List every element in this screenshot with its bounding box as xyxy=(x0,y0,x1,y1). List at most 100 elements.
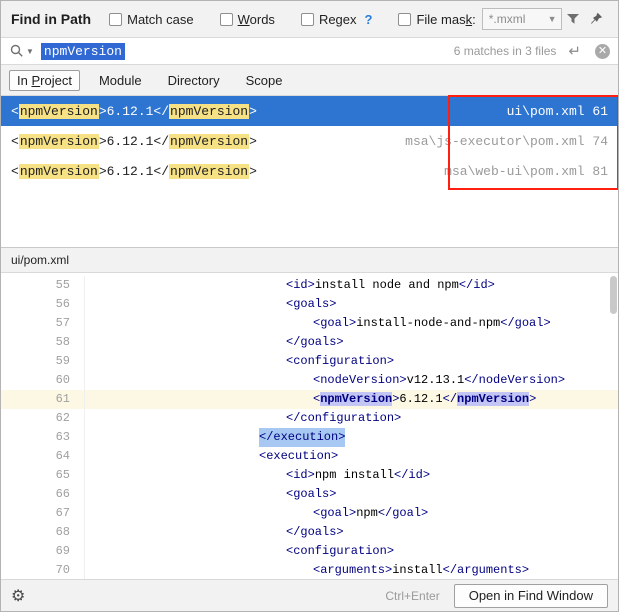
code-fragment: <npmVersion>6.12.1</npmVersion> xyxy=(313,390,536,409)
result-row[interactable]: <npmVersion>6.12.1</npmVersion>msa\js-ex… xyxy=(1,126,618,156)
scope-tab-scope[interactable]: Scope xyxy=(239,71,290,90)
code-text: <goals> xyxy=(85,295,618,314)
mnemonic-char: k xyxy=(466,12,473,27)
preview-file-header: ui/pom.xml xyxy=(1,247,618,273)
result-match-highlight: npmVersion xyxy=(169,164,249,179)
results-list: <npmVersion>6.12.1</npmVersion>ui\pom.xm… xyxy=(1,96,618,186)
scope-tab-directory[interactable]: Directory xyxy=(161,71,227,90)
code-fragment: <configuration> xyxy=(286,352,394,371)
editor-scrollbar[interactable] xyxy=(608,273,618,579)
checkbox-words-box[interactable] xyxy=(220,13,233,26)
pin-icon[interactable] xyxy=(585,8,608,30)
code-token: </goals> xyxy=(286,525,344,539)
mnemonic-char: W xyxy=(238,12,250,27)
open-in-find-window-button[interactable]: Open in Find Window xyxy=(454,584,608,608)
result-text: > xyxy=(249,134,257,149)
code-line[interactable]: 55 <id>install node and npm</id> xyxy=(1,276,618,295)
code-line[interactable]: 60<nodeVersion>v12.13.1</nodeVersion> xyxy=(1,371,618,390)
newline-icon[interactable]: ↵ xyxy=(568,42,581,60)
code-text: <nodeVersion>v12.13.1</nodeVersion> xyxy=(85,371,618,390)
file-mask-value: *.mxml xyxy=(489,12,548,26)
code-line[interactable]: 64<execution> xyxy=(1,447,618,466)
scope-tab-in-project[interactable]: In Project xyxy=(9,70,80,91)
search-query-text: npmVersion xyxy=(41,43,125,60)
code-token: <goals> xyxy=(286,487,336,501)
line-number: 57 xyxy=(1,314,85,333)
code-text: <arguments>install</arguments> xyxy=(85,561,618,579)
regex-help-icon[interactable]: ? xyxy=(365,12,373,27)
checkbox-file-mask-box[interactable] xyxy=(398,13,411,26)
result-snippet: <npmVersion>6.12.1</npmVersion> xyxy=(11,164,257,179)
line-number: 62 xyxy=(1,409,85,428)
code-line[interactable]: 58</goals> xyxy=(1,333,618,352)
checkbox-regex[interactable]: Regex? xyxy=(301,12,373,27)
code-line[interactable]: 69<configuration> xyxy=(1,542,618,561)
checkbox-match-case[interactable]: Match case xyxy=(109,12,193,27)
line-number: 67 xyxy=(1,504,85,523)
code-line[interactable]: 57<goal>install-node-and-npm</goal> xyxy=(1,314,618,333)
code-token: > xyxy=(529,392,536,406)
line-number: 63 xyxy=(1,428,85,447)
line-number: 56 xyxy=(1,295,85,314)
result-row[interactable]: <npmVersion>6.12.1</npmVersion>ui\pom.xm… xyxy=(1,96,618,126)
code-token: </goal> xyxy=(378,506,428,520)
code-fragment: </goals> xyxy=(286,523,344,542)
checkbox-match-case-box[interactable] xyxy=(109,13,122,26)
code-fragment: <execution> xyxy=(259,447,338,466)
code-token: <execution> xyxy=(259,449,338,463)
scope-tab-module[interactable]: Module xyxy=(92,71,149,90)
settings-gear-icon[interactable]: ⚙ xyxy=(11,586,25,606)
code-line[interactable]: 61<npmVersion>6.12.1</npmVersion> xyxy=(1,390,618,409)
code-fragment: <goals> xyxy=(286,295,336,314)
code-line[interactable]: 66 <goals> xyxy=(1,485,618,504)
code-token: </ xyxy=(443,392,457,406)
code-text: </execution> xyxy=(85,428,618,447)
checkbox-regex-box[interactable] xyxy=(301,13,314,26)
result-match-highlight: npmVersion xyxy=(19,164,99,179)
line-number: 55 xyxy=(1,276,85,295)
filter-icon[interactable] xyxy=(562,8,585,30)
checkbox-words[interactable]: Words xyxy=(220,12,275,27)
checkbox-file-mask[interactable]: File mask: xyxy=(398,12,475,27)
file-mask-combo[interactable]: *.mxml ▼ xyxy=(482,8,562,30)
line-number: 65 xyxy=(1,466,85,485)
editor-scrollbar-thumb[interactable] xyxy=(610,276,617,314)
code-token: 6.12.1 xyxy=(399,392,442,406)
code-line[interactable]: 65 <id>npm install</id> xyxy=(1,466,618,485)
code-lines: 55 <id>install node and npm</id> 56 <goals>… xyxy=(1,276,618,579)
code-token: <configuration> xyxy=(286,544,394,558)
code-line[interactable]: 56 <goals> xyxy=(1,295,618,314)
code-line[interactable]: 63 </execution> xyxy=(1,428,618,447)
code-token: </id> xyxy=(459,278,495,292)
code-line[interactable]: 62</configuration> xyxy=(1,409,618,428)
code-fragment: <id>npm install</id> xyxy=(286,466,430,485)
result-text: > xyxy=(249,164,257,179)
code-token: </id> xyxy=(394,468,430,482)
checkbox-regex-label: Regex xyxy=(319,12,357,27)
preview-editor[interactable]: 55 <id>install node and npm</id> 56 <goals>… xyxy=(1,273,618,579)
scope-tabs: In Project Module Directory Scope xyxy=(1,65,618,96)
code-fragment: </goals> xyxy=(286,333,344,352)
code-token: npm install xyxy=(315,468,394,482)
code-token: </execution> xyxy=(259,430,345,444)
code-token: <id> xyxy=(286,468,315,482)
code-token: install xyxy=(392,563,442,577)
code-line[interactable]: 68</goals> xyxy=(1,523,618,542)
mnemonic-char: P xyxy=(31,73,40,88)
search-icon[interactable]: ▼ xyxy=(9,43,34,59)
result-text: < xyxy=(11,104,19,119)
dialog-toolbar: Find in Path Match caseWordsRegex?File m… xyxy=(1,1,618,37)
code-fragment: <goal>npm</goal> xyxy=(313,504,428,523)
checkbox-file-mask-label: File mask: xyxy=(416,12,475,27)
result-row[interactable]: <npmVersion>6.12.1</npmVersion> msa\web-u… xyxy=(1,156,618,186)
clear-search-icon[interactable]: ✕ xyxy=(595,44,610,59)
code-line[interactable]: 70<arguments>install</arguments> xyxy=(1,561,618,579)
line-number: 66 xyxy=(1,485,85,504)
code-line[interactable]: 59<configuration> xyxy=(1,352,618,371)
search-input[interactable]: ▼ npmVersion 6 matches in 3 files ↵ ✕ xyxy=(1,37,618,65)
code-fragment: <configuration> xyxy=(286,542,394,561)
result-location: msa\web-ui\pom.xml 81 xyxy=(444,164,608,179)
code-line[interactable]: 67 <goal>npm</goal> xyxy=(1,504,618,523)
find-in-path-dialog: Find in Path Match caseWordsRegex?File m… xyxy=(0,0,619,612)
code-fragment: <id>install node and npm</id> xyxy=(286,276,495,295)
